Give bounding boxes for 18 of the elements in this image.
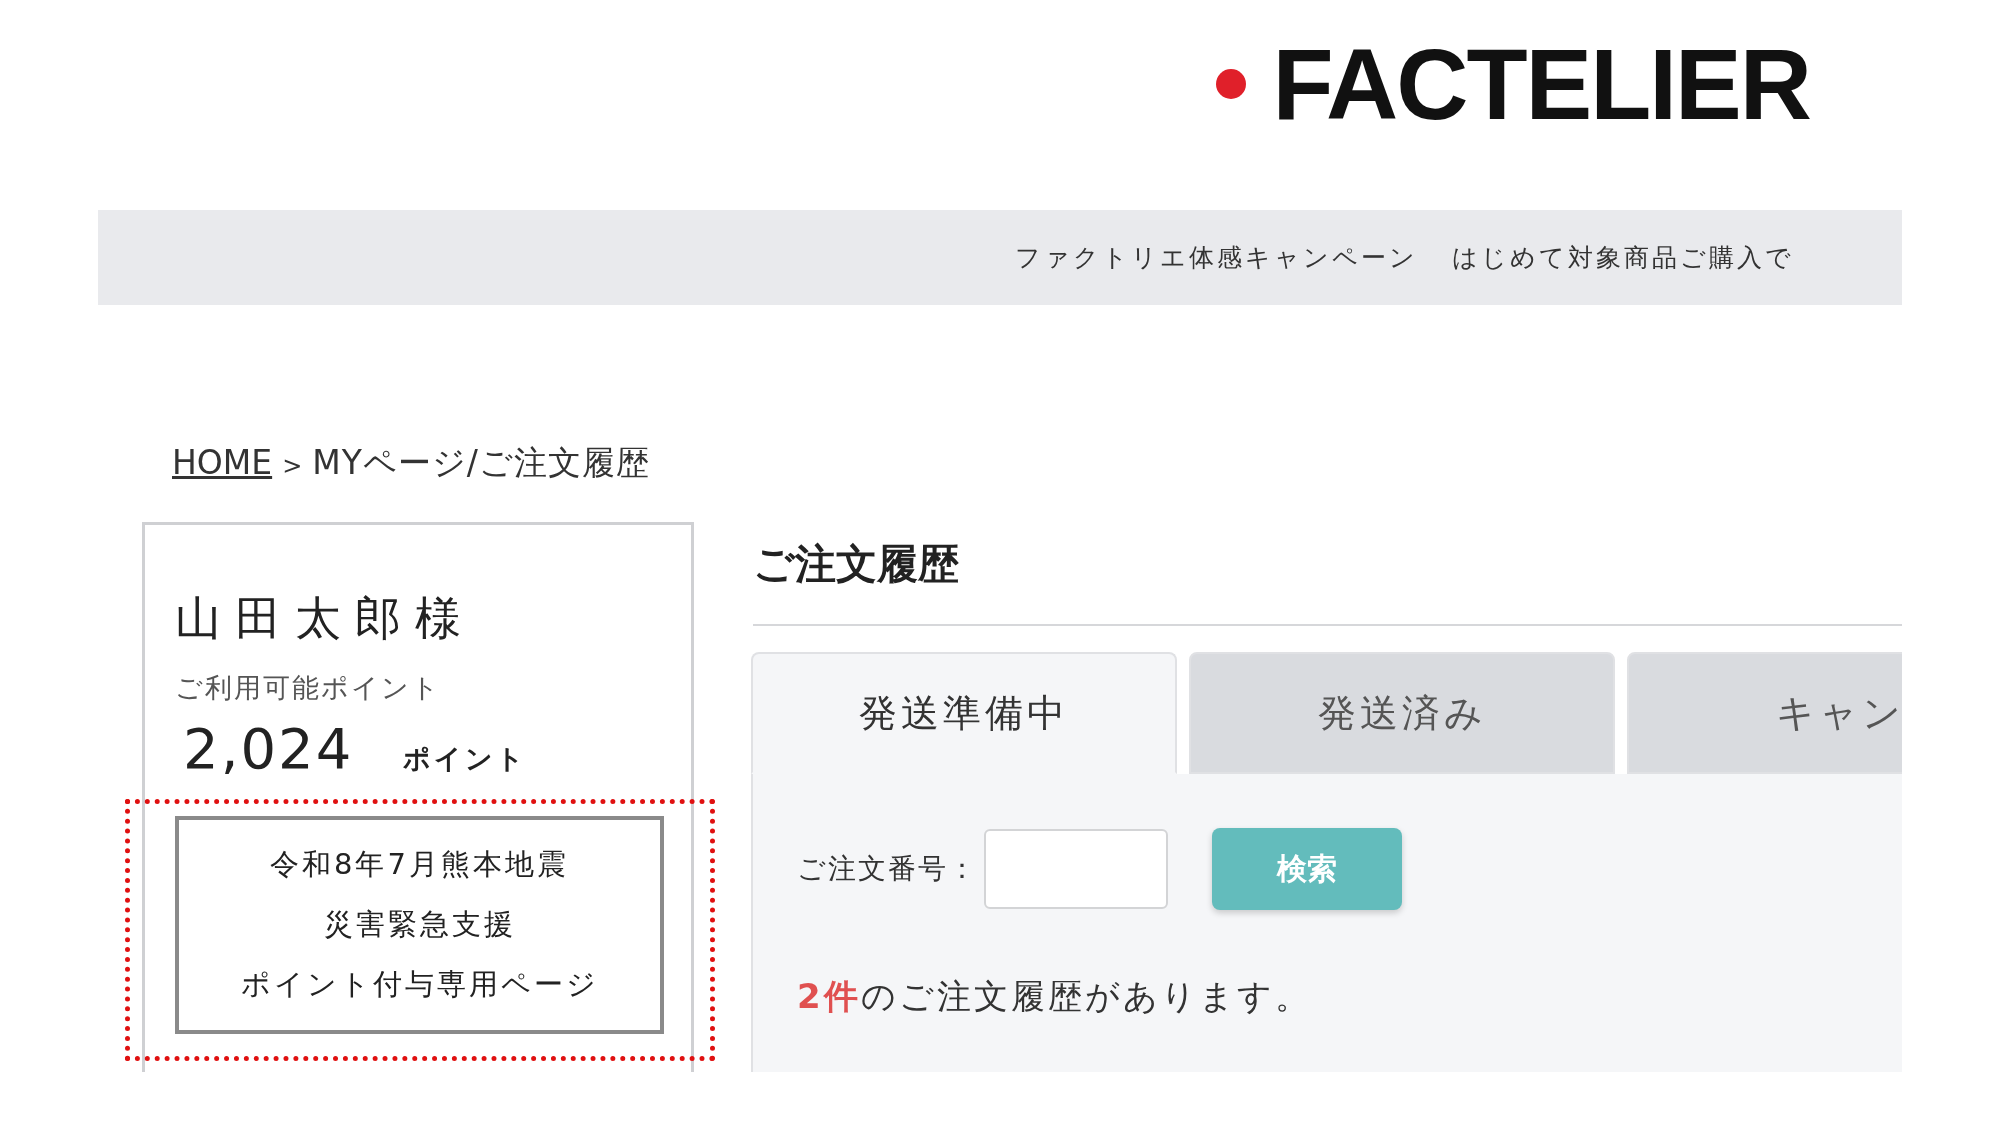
breadcrumb-separator: > <box>282 452 303 480</box>
points-label: ご利用可能ポイント <box>175 671 442 705</box>
page-title: ご注文履歴 <box>753 534 1902 626</box>
order-count-text: 2件のご注文履歴があります。 <box>797 975 1313 1018</box>
breadcrumb-current: MYページ/ご注文履歴 <box>312 442 650 484</box>
logo-dot-icon <box>1216 69 1247 99</box>
banner-text[interactable]: ファクトリエ体感キャンペーン <box>1015 241 1418 274</box>
tab[interactable]: キャン <box>1627 652 1902 774</box>
order-number-label: ご注文番号： <box>797 851 978 887</box>
order-number-field[interactable] <box>984 829 1168 909</box>
points-unit: ポイント <box>403 742 528 776</box>
customer-name: 山田太郎様 <box>175 590 476 647</box>
home-link[interactable]: HOME <box>172 443 273 482</box>
tab[interactable]: 発送済み <box>1189 652 1615 774</box>
points-value: 2,024 <box>183 716 354 781</box>
banner-text[interactable]: はじめて対象商品ご購入で <box>1452 241 1794 274</box>
support-page-link[interactable]: 令和8年7月熊本地震 災害緊急支援 ポイント付与専用ページ <box>175 816 664 1034</box>
tab[interactable]: 発送準備中 <box>751 652 1177 774</box>
